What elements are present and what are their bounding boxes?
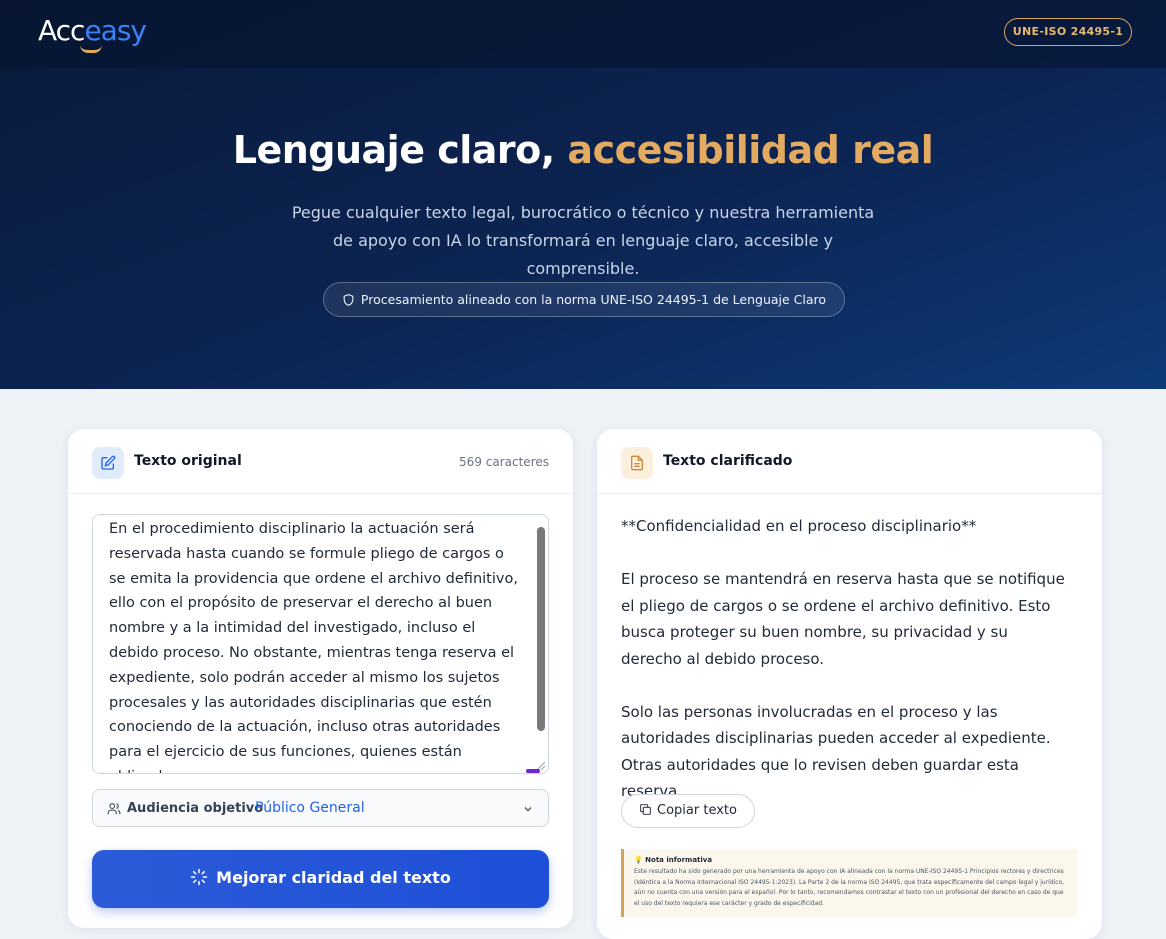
loading-spinner-icon	[190, 868, 208, 886]
text-cursor-icon	[526, 769, 540, 773]
note-body: Este resultado ha sido generado por una …	[634, 868, 1065, 907]
hero-section: Acceasy UNE-ISO 24495-1 Lenguaje claro, …	[0, 0, 1166, 389]
clarified-card-header: Texto clarificado	[597, 429, 1102, 494]
top-bar: Acceasy UNE-ISO 24495-1	[0, 0, 1166, 68]
original-text-content[interactable]: En el procedimiento disciplinario la act…	[109, 517, 524, 773]
logo-text-acc: Acc	[38, 14, 85, 47]
character-count: 569 caracteres	[459, 455, 549, 469]
logo-swoosh	[80, 45, 102, 53]
note-title-text: Nota informativa	[645, 856, 713, 864]
clarified-paragraph: Solo las personas involucradas en el pro…	[621, 702, 1051, 801]
audience-value[interactable]: Público General	[255, 800, 365, 816]
shield-icon	[343, 294, 354, 307]
clarified-card-title: Texto clarificado	[663, 453, 793, 469]
clarified-paragraph: El proceso se mantendrá en reserva hasta…	[621, 570, 1065, 668]
logo[interactable]: Acceasy	[38, 14, 147, 53]
document-icon	[621, 447, 653, 479]
title-plain: Lenguaje claro,	[232, 128, 555, 172]
informative-note: 💡 Nota informativa Este resultado ha sid…	[621, 849, 1077, 917]
clarified-text-card: Texto clarificado **Confidencialidad en …	[597, 429, 1102, 939]
audience-label: Audiencia objetivo	[127, 801, 264, 816]
standard-pill: Procesamiento alineado con la norma UNE-…	[323, 282, 845, 317]
users-icon	[107, 803, 121, 815]
audience-select[interactable]: Audiencia objetivo Público General	[92, 789, 549, 827]
lightbulb-icon: 💡	[634, 856, 646, 864]
hero-subtitle: Pegue cualquier texto legal, burocrático…	[291, 203, 875, 278]
standard-pill-text: Procesamiento alineado con la norma UNE-…	[360, 292, 827, 307]
logo-text-easy: easy	[84, 14, 147, 47]
improve-clarity-button[interactable]: Mejorar claridad del texto	[92, 850, 549, 908]
copy-text-button[interactable]: Copiar texto	[621, 794, 755, 828]
original-text-input[interactable]: En el procedimiento disciplinario la act…	[92, 514, 549, 774]
title-accent: accesibilidad real	[567, 128, 934, 172]
copy-icon	[640, 804, 651, 815]
chevron-down-icon[interactable]	[522, 803, 534, 815]
improve-clarity-label: Mejorar claridad del texto	[216, 868, 451, 887]
clarified-heading: **Confidencialidad en el proceso discipl…	[621, 517, 977, 535]
copy-text-label: Copiar texto	[657, 803, 737, 818]
original-card-header: Texto original 569 caracteres	[68, 429, 573, 494]
original-text-card: Texto original 569 caracteres En el proc…	[68, 429, 573, 928]
page-title: Lenguaje claro, accesibilidad real	[0, 128, 1166, 172]
clarified-text-output: **Confidencialidad en el proceso discipl…	[621, 513, 1073, 805]
original-card-title: Texto original	[134, 453, 242, 469]
textarea-scrollbar[interactable]	[537, 527, 545, 731]
edit-icon	[92, 447, 124, 479]
note-title: 💡 Nota informativa	[634, 856, 1067, 864]
iso-badge: UNE-ISO 24495-1	[1004, 18, 1132, 46]
